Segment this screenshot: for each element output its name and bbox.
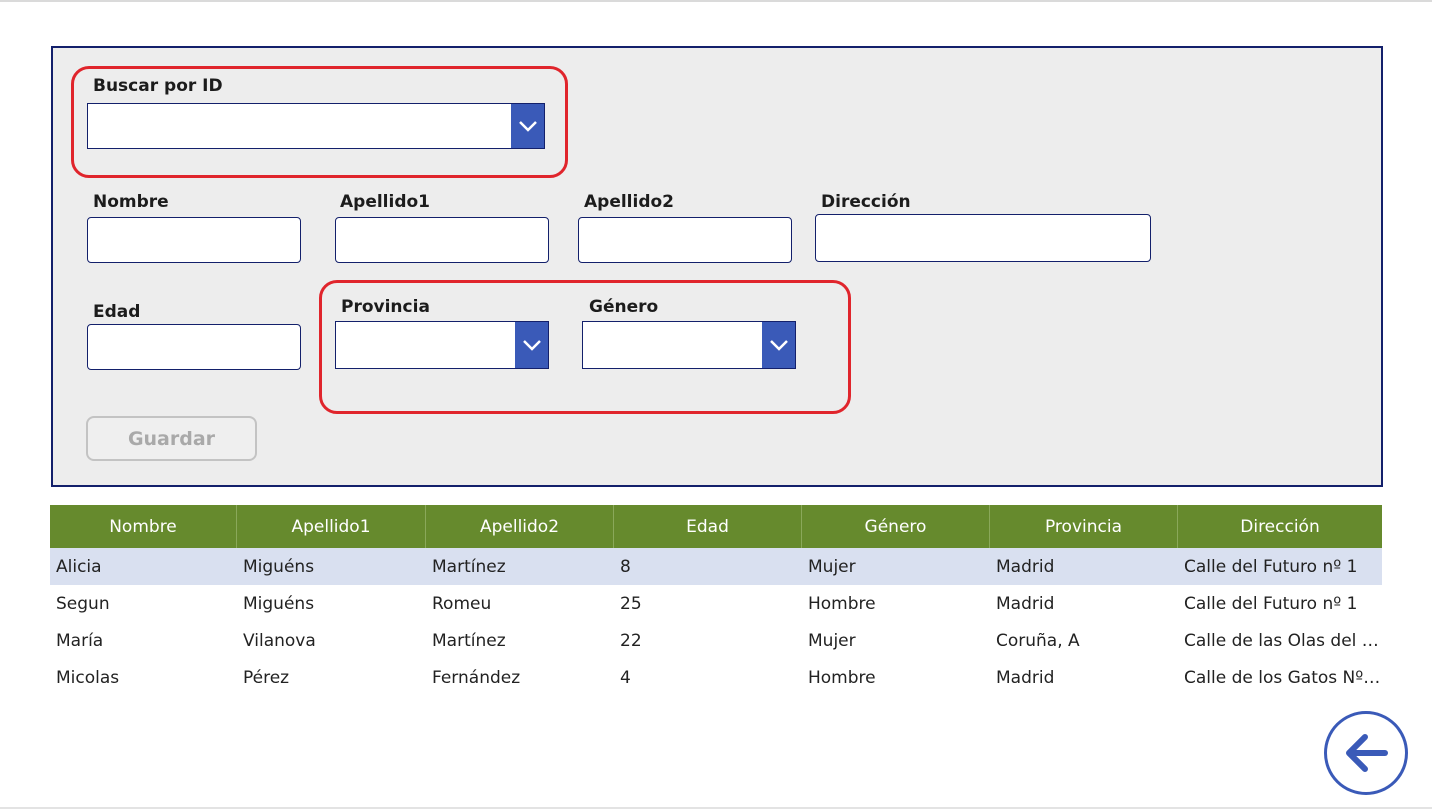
- table-row[interactable]: Micolas Pérez Fernández 4 Hombre Madrid …: [50, 659, 1382, 696]
- table-cell: Alicia: [56, 556, 102, 577]
- back-button[interactable]: [1324, 711, 1408, 795]
- nombre-label: Nombre: [93, 192, 169, 212]
- table-row[interactable]: María Vilanova Martínez 22 Mujer Coruña,…: [50, 622, 1382, 659]
- edad-label: Edad: [93, 302, 141, 322]
- table-cell: Madrid: [996, 556, 1055, 577]
- bottom-divider: [0, 807, 1432, 809]
- table-cell: 4: [620, 667, 631, 688]
- column-header-apellido2[interactable]: Apellido2: [426, 505, 614, 548]
- table-cell: Martínez: [432, 556, 506, 577]
- table-cell: 25: [620, 593, 642, 614]
- table-cell: Vilanova: [243, 630, 316, 651]
- table-cell: Miguéns: [243, 593, 315, 614]
- column-header-nombre[interactable]: Nombre: [50, 505, 237, 548]
- table-cell: Madrid: [996, 593, 1055, 614]
- edad-input[interactable]: [87, 324, 301, 370]
- table-cell: Micolas: [56, 667, 120, 688]
- table-cell: Pérez: [243, 667, 290, 688]
- table-cell: Martínez: [432, 630, 506, 651]
- direccion-label: Dirección: [821, 192, 911, 212]
- column-header-direccion[interactable]: Dirección: [1178, 505, 1382, 548]
- top-divider: [0, 0, 1432, 2]
- table-row[interactable]: Segun Miguéns Romeu 25 Hombre Madrid Cal…: [50, 585, 1382, 622]
- highlight-search-box: [71, 66, 568, 178]
- table-cell: Coruña, A: [996, 630, 1080, 651]
- highlight-dropdowns: [319, 280, 851, 414]
- table-cell: Madrid: [996, 667, 1055, 688]
- table-cell: 22: [620, 630, 642, 651]
- column-header-edad[interactable]: Edad: [614, 505, 802, 548]
- direccion-input[interactable]: [815, 214, 1151, 262]
- table-cell: Hombre: [808, 593, 876, 614]
- table-cell: Calle de los Gatos Nº…: [1184, 667, 1381, 688]
- column-header-apellido1[interactable]: Apellido1: [237, 505, 426, 548]
- column-header-provincia[interactable]: Provincia: [990, 505, 1178, 548]
- table-cell: María: [56, 630, 104, 651]
- nombre-input[interactable]: [87, 217, 301, 263]
- table-row[interactable]: Alicia Miguéns Martínez 8 Mujer Madrid C…: [50, 548, 1382, 585]
- table-cell: Calle del Futuro nº 1: [1184, 556, 1358, 577]
- table-cell: Hombre: [808, 667, 876, 688]
- apellido1-label: Apellido1: [340, 192, 431, 212]
- apellido2-label: Apellido2: [584, 192, 675, 212]
- arrow-left-icon: [1346, 734, 1388, 772]
- table-cell: Romeu: [432, 593, 492, 614]
- table-cell: Mujer: [808, 630, 856, 651]
- edit-form-panel: Buscar por ID Nombre Apellido1 Apellido2…: [51, 46, 1383, 487]
- table-cell: Calle de las Olas del …: [1184, 630, 1379, 651]
- table-header: Nombre Apellido1 Apellido2 Edad Género P…: [50, 505, 1382, 548]
- people-table: Nombre Apellido1 Apellido2 Edad Género P…: [50, 505, 1382, 696]
- save-button[interactable]: Guardar: [86, 416, 257, 461]
- apellido1-input[interactable]: [335, 217, 549, 263]
- table-cell: Segun: [56, 593, 110, 614]
- column-header-genero[interactable]: Género: [802, 505, 990, 548]
- table-cell: Fernández: [432, 667, 521, 688]
- table-cell: Calle del Futuro nº 1: [1184, 593, 1358, 614]
- table-cell: 8: [620, 556, 631, 577]
- table-cell: Miguéns: [243, 556, 315, 577]
- apellido2-input[interactable]: [578, 217, 792, 263]
- table-cell: Mujer: [808, 556, 856, 577]
